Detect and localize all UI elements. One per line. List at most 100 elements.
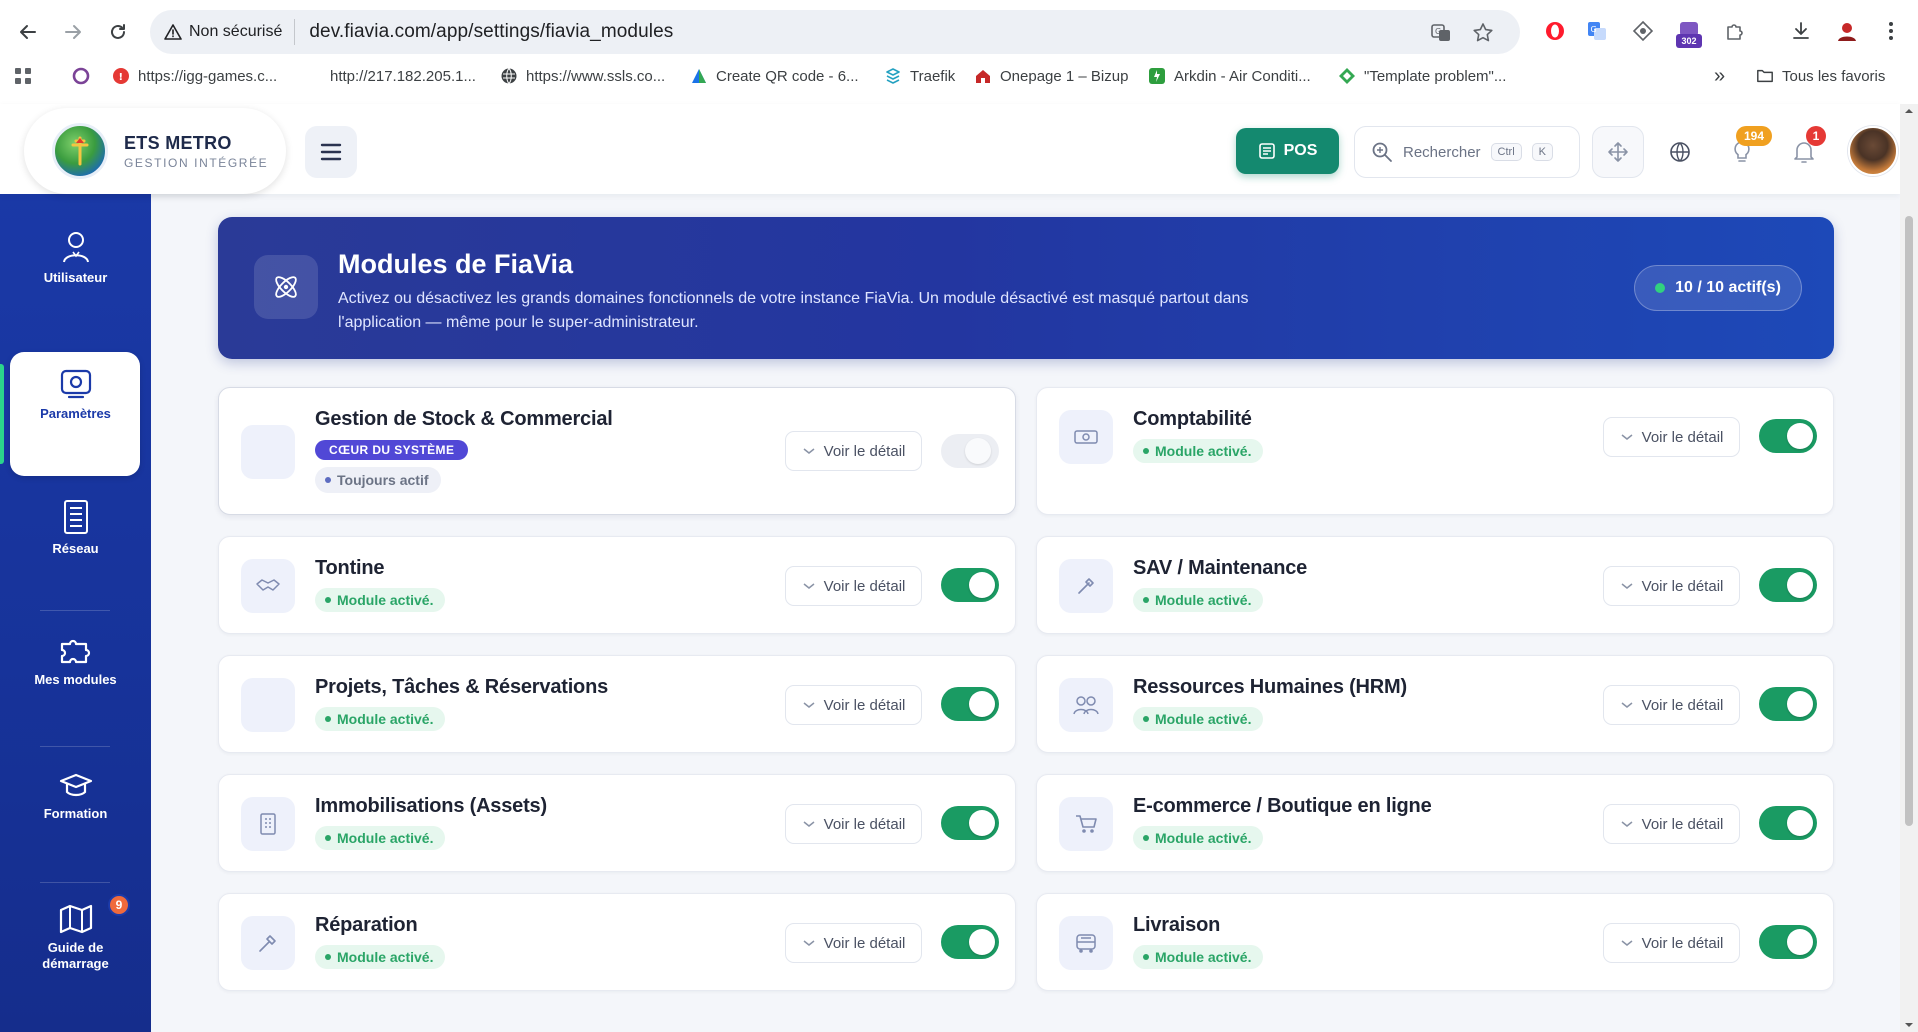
forward-button[interactable] xyxy=(55,14,91,50)
view-detail-label: Voir le détail xyxy=(1641,934,1724,952)
chevron-down-icon xyxy=(803,448,815,454)
bookmark-item[interactable]: http://217.182.205.1... xyxy=(330,64,476,88)
module-toggle[interactable] xyxy=(1759,419,1817,453)
bookmark-item[interactable]: Create QR code - 6... xyxy=(690,64,859,88)
status-badge: Module activé. xyxy=(1133,707,1264,731)
module-toggle[interactable] xyxy=(941,568,999,602)
module-toggle[interactable] xyxy=(1759,806,1817,840)
status-badge: Module activé. xyxy=(315,826,446,850)
bizup-icon xyxy=(974,67,992,85)
bookmark-circle-icon[interactable] xyxy=(72,64,90,88)
status-label: Module activé. xyxy=(1155,443,1252,459)
all-favorites-button[interactable]: Tous les favoris xyxy=(1756,64,1885,88)
arrow-left-icon xyxy=(20,25,36,39)
status-label: Module activé. xyxy=(337,711,434,727)
view-detail-button[interactable]: Voir le détail xyxy=(1603,923,1740,963)
view-detail-button[interactable]: Voir le détail xyxy=(785,685,922,725)
chevron-down-icon xyxy=(1621,940,1633,946)
sidebar-item-modules[interactable]: Mes modules xyxy=(0,636,151,688)
extensions-puzzle-icon[interactable] xyxy=(1720,16,1750,46)
view-detail-button[interactable]: Voir le détail xyxy=(1603,804,1740,844)
sidebar-item-label: Paramètres xyxy=(40,406,111,421)
status-label: Module activé. xyxy=(1155,830,1252,846)
view-detail-button[interactable]: Voir le détail xyxy=(785,431,922,471)
module-toggle[interactable] xyxy=(1759,568,1817,602)
scroll-thumb[interactable] xyxy=(1905,216,1913,826)
status-dot xyxy=(1143,716,1149,722)
sidebar-item-training[interactable]: Formation xyxy=(0,772,151,822)
profile-icon[interactable] xyxy=(1832,16,1862,46)
bookmark-label: Onepage 1 – Bizup xyxy=(1000,67,1129,85)
module-card-tontine: Tontine Module activé. Voir le détail xyxy=(218,536,1016,634)
map-icon xyxy=(58,900,94,934)
bookmark-favicon-icon: ! xyxy=(112,67,130,85)
logo-globe-icon xyxy=(52,123,108,179)
toggle-knob xyxy=(1787,423,1813,449)
page-description: Activez ou désactivez les grands domaine… xyxy=(338,290,1249,331)
extension-diamond-icon[interactable] xyxy=(1628,16,1658,46)
sidebar-item-network[interactable]: Réseau xyxy=(0,499,151,557)
browser-menu-icon[interactable] xyxy=(1876,16,1906,46)
back-button[interactable] xyxy=(10,14,46,50)
more-bookmarks-button[interactable]: » xyxy=(1714,64,1725,88)
module-toggle[interactable] xyxy=(941,806,999,840)
view-detail-button[interactable]: Voir le détail xyxy=(1603,685,1740,725)
menu-toggle-button[interactable] xyxy=(305,126,357,178)
view-detail-button[interactable]: Voir le détail xyxy=(1603,417,1740,457)
bookmark-item[interactable]: https://www.ssls.co... xyxy=(500,64,665,88)
language-button[interactable] xyxy=(1654,126,1706,178)
module-card-stock: Gestion de Stock & Commercial CŒUR DU SY… xyxy=(218,387,1016,515)
module-toggle[interactable] xyxy=(1759,925,1817,959)
bookmark-item[interactable]: Arkdin - Air Conditi... xyxy=(1148,64,1311,88)
module-toggle[interactable] xyxy=(1759,687,1817,721)
svg-text:G: G xyxy=(1435,27,1441,36)
bookmark-item[interactable]: Onepage 1 – Bizup xyxy=(974,64,1128,88)
fullscreen-button[interactable] xyxy=(1592,126,1644,178)
search-box[interactable]: Rechercher Ctrl K xyxy=(1354,126,1580,178)
toggle-knob xyxy=(969,572,995,598)
view-detail-button[interactable]: Voir le détail xyxy=(1603,566,1740,606)
chevron-down-icon xyxy=(803,583,815,589)
opera-icon[interactable] xyxy=(1540,16,1570,46)
brand-name: ETS METRO xyxy=(124,132,232,153)
page-title: Modules de FiaVia xyxy=(338,249,574,279)
status-dot xyxy=(325,716,331,722)
module-toggle[interactable] xyxy=(941,434,999,468)
security-indicator[interactable]: Non sécurisé xyxy=(150,23,294,41)
status-badge: Module activé. xyxy=(1133,945,1264,969)
diamond-green-icon xyxy=(1338,67,1356,85)
handshake-icon xyxy=(241,559,295,613)
bookmark-item[interactable]: Traefik xyxy=(884,64,955,88)
module-title: Immobilisations (Assets) xyxy=(315,795,547,817)
bookmark-item[interactable]: ! https://igg-games.c... xyxy=(112,64,277,88)
bookmark-item[interactable]: "Template problem"... xyxy=(1338,64,1506,88)
wrench-icon xyxy=(241,916,295,970)
view-detail-button[interactable]: Voir le détail xyxy=(785,566,922,606)
sidebar-item-guide[interactable]: Guide de démarrage 9 xyxy=(0,894,151,973)
view-detail-label: Voir le détail xyxy=(1641,428,1724,446)
module-toggle[interactable] xyxy=(941,687,999,721)
module-toggle[interactable] xyxy=(941,925,999,959)
reload-button[interactable] xyxy=(100,14,136,50)
apps-grid-icon[interactable] xyxy=(14,64,32,88)
avatar[interactable] xyxy=(1848,126,1898,176)
notifications-button[interactable]: 1 xyxy=(1778,126,1830,178)
url-text[interactable]: dev.fiavia.com/app/settings/fiavia_modul… xyxy=(309,21,673,43)
ideas-button[interactable]: 194 xyxy=(1716,126,1772,178)
sidebar-item-user[interactable]: Utilisateur xyxy=(0,230,151,286)
extension-counter-icon[interactable]: 302 xyxy=(1674,16,1704,48)
address-bar[interactable]: Non sécurisé dev.fiavia.com/app/settings… xyxy=(150,10,1520,54)
download-icon[interactable] xyxy=(1786,16,1816,46)
pos-button[interactable]: POS xyxy=(1236,128,1339,174)
page-scrollbar[interactable] xyxy=(1900,104,1918,1032)
translate-icon[interactable]: G xyxy=(1430,22,1452,44)
view-detail-label: Voir le détail xyxy=(1641,696,1724,714)
sidebar-item-settings[interactable]: Paramètres xyxy=(0,368,151,422)
globe-icon xyxy=(1670,142,1690,162)
bookmark-star-icon[interactable] xyxy=(1472,22,1494,44)
brand-logo[interactable]: ETS METRO GESTION INTÉGRÉE xyxy=(24,108,286,194)
view-detail-button[interactable]: Voir le détail xyxy=(785,923,922,963)
view-detail-button[interactable]: Voir le détail xyxy=(785,804,922,844)
chevron-down-icon xyxy=(803,702,815,708)
translate-ext-icon[interactable]: G xyxy=(1582,16,1612,46)
